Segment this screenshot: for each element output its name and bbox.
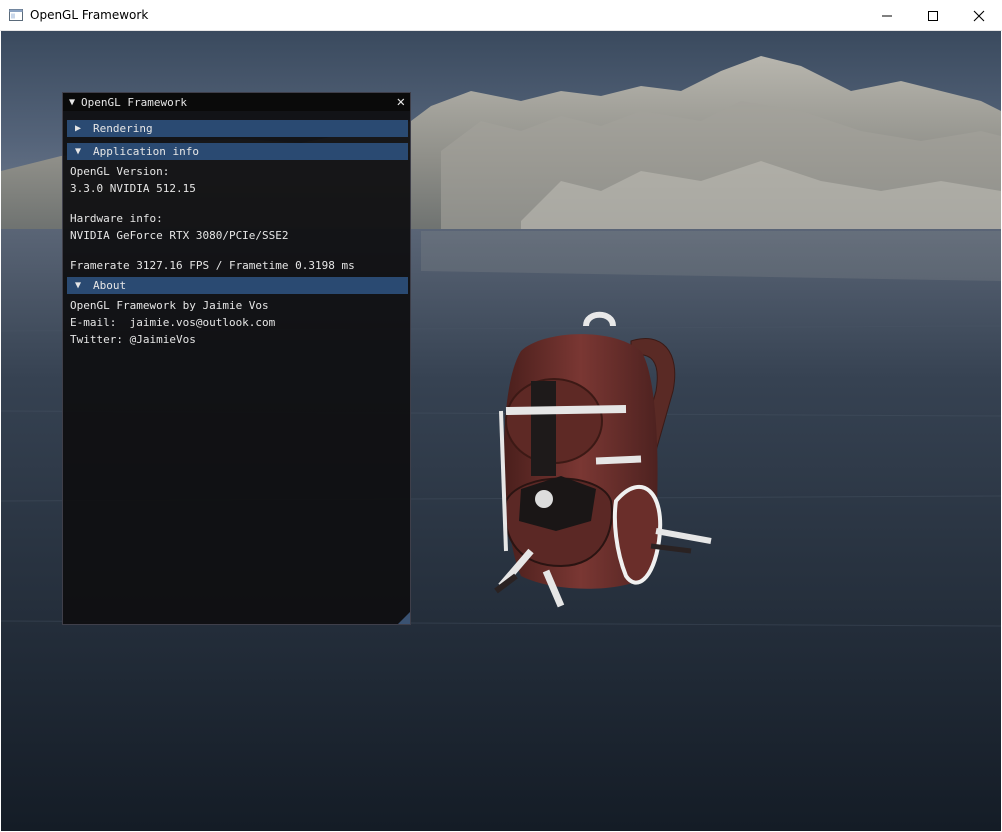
header-label: Application info [93, 145, 199, 158]
close-icon [973, 10, 985, 21]
maximize-icon [928, 10, 938, 21]
maximize-button[interactable] [910, 0, 956, 31]
header-label: About [93, 279, 127, 292]
expanded-arrow-icon: ▼ [75, 280, 82, 291]
opengl-version-label: OpenGL Version: [70, 165, 170, 178]
resize-grip[interactable] [398, 612, 410, 624]
header-label: Rendering [93, 122, 153, 135]
window-controls [864, 0, 1002, 31]
about-email: E-mail: jaimie.vos@outlook.com [70, 316, 276, 329]
imgui-close-icon[interactable]: ✕ [397, 94, 405, 110]
imgui-titlebar[interactable]: ▼ OpenGL Framework ✕ [63, 93, 410, 111]
about-author: OpenGL Framework by Jaimie Vos [70, 299, 269, 312]
imgui-title: OpenGL Framework [81, 95, 187, 109]
window-titlebar[interactable]: OpenGL Framework [0, 0, 1002, 31]
close-button[interactable] [956, 0, 1002, 31]
app-icon [9, 9, 23, 21]
minimize-icon [882, 15, 892, 16]
collapsed-arrow-icon: ▶ [75, 123, 82, 134]
header-about[interactable]: ▼ About [67, 277, 408, 294]
header-rendering[interactable]: ▶ Rendering [67, 120, 408, 137]
collapse-triangle-icon[interactable]: ▼ [69, 97, 75, 108]
window-title: OpenGL Framework [30, 8, 149, 22]
minimize-button[interactable] [864, 0, 910, 31]
about-twitter: Twitter: @JaimieVos [70, 333, 196, 346]
hardware-info-value: NVIDIA GeForce RTX 3080/PCIe/SSE2 [70, 229, 289, 242]
expanded-arrow-icon: ▼ [75, 146, 82, 157]
framerate-text: Framerate 3127.16 FPS / Frametime 0.3198… [70, 259, 355, 272]
hardware-info-label: Hardware info: [70, 212, 163, 225]
imgui-panel[interactable]: ▼ OpenGL Framework ✕ ▶ Rendering ▼ Appli… [62, 92, 411, 625]
header-application-info[interactable]: ▼ Application info [67, 143, 408, 160]
opengl-version-value: 3.3.0 NVIDIA 512.15 [70, 182, 196, 195]
